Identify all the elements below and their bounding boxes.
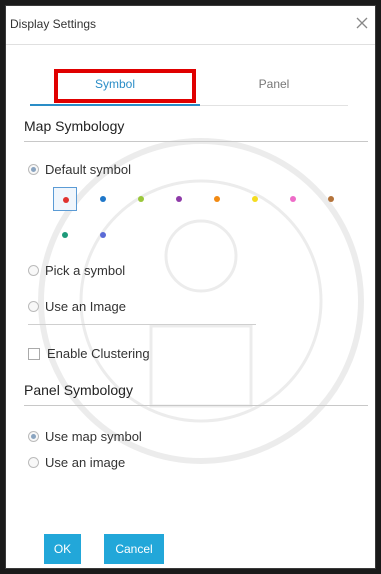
swatch-dot-icon — [100, 196, 106, 202]
swatch-dot-icon — [290, 196, 296, 202]
tab-panel[interactable]: Panel — [200, 66, 348, 106]
panel-use-image-label: Use an image — [45, 455, 126, 470]
panel-use-image-radio[interactable] — [28, 457, 39, 468]
display-settings-dialog: Display Settings Symbol Panel Map Symbol… — [5, 5, 376, 569]
pick-symbol-label: Pick a symbol — [45, 263, 126, 278]
map-symbology-title: Map Symbology — [24, 118, 125, 134]
default-symbol-radio[interactable] — [28, 164, 39, 175]
symbol-swatch[interactable] — [205, 187, 229, 211]
close-icon[interactable] — [355, 16, 369, 30]
swatch-dot-icon — [176, 196, 182, 202]
symbol-swatch[interactable] — [319, 187, 343, 211]
use-map-symbol-radio[interactable] — [28, 431, 39, 442]
use-map-symbol-option[interactable]: Use map symbol — [28, 429, 142, 444]
symbol-swatch[interactable] — [243, 187, 267, 211]
dialog-title: Display Settings — [10, 17, 97, 31]
swatch-dot-icon — [214, 196, 220, 202]
swatch-dot-icon — [252, 196, 258, 202]
pick-symbol-option[interactable]: Pick a symbol — [28, 263, 125, 278]
symbol-swatch[interactable] — [53, 187, 77, 211]
divider — [28, 324, 256, 325]
symbol-swatch[interactable] — [281, 187, 305, 211]
symbol-swatch[interactable] — [129, 187, 153, 211]
swatch-dot-icon — [138, 196, 144, 202]
divider — [24, 141, 368, 142]
symbol-swatch[interactable] — [91, 187, 115, 211]
swatch-dot-icon — [328, 196, 334, 202]
use-image-option[interactable]: Use an Image — [28, 299, 126, 314]
highlight-box — [54, 69, 196, 103]
symbol-swatch[interactable] — [167, 187, 191, 211]
use-image-label: Use an Image — [45, 299, 126, 314]
divider — [24, 405, 368, 406]
panel-use-image-option[interactable]: Use an image — [28, 455, 125, 470]
use-map-symbol-label: Use map symbol — [45, 429, 142, 444]
symbol-swatch[interactable] — [91, 223, 115, 247]
tab-bar: Symbol Panel — [30, 66, 348, 106]
enable-clustering-option[interactable]: Enable Clustering — [28, 346, 150, 361]
swatch-dot-icon — [63, 197, 69, 203]
symbol-swatch[interactable] — [53, 223, 77, 247]
default-symbol-option[interactable]: Default symbol — [28, 162, 131, 177]
swatch-dot-icon — [62, 232, 68, 238]
enable-clustering-checkbox[interactable] — [28, 347, 40, 360]
cancel-button[interactable]: Cancel — [104, 534, 164, 564]
enable-clustering-label: Enable Clustering — [47, 346, 150, 361]
swatch-dot-icon — [100, 232, 106, 238]
default-symbol-label: Default symbol — [45, 162, 131, 177]
ok-button[interactable]: OK — [44, 534, 81, 564]
use-image-radio[interactable] — [28, 301, 39, 312]
pick-symbol-radio[interactable] — [28, 265, 39, 276]
tab-panel-label: Panel — [258, 77, 290, 91]
panel-symbology-title: Panel Symbology — [24, 382, 133, 398]
title-bar: Display Settings — [6, 6, 375, 45]
